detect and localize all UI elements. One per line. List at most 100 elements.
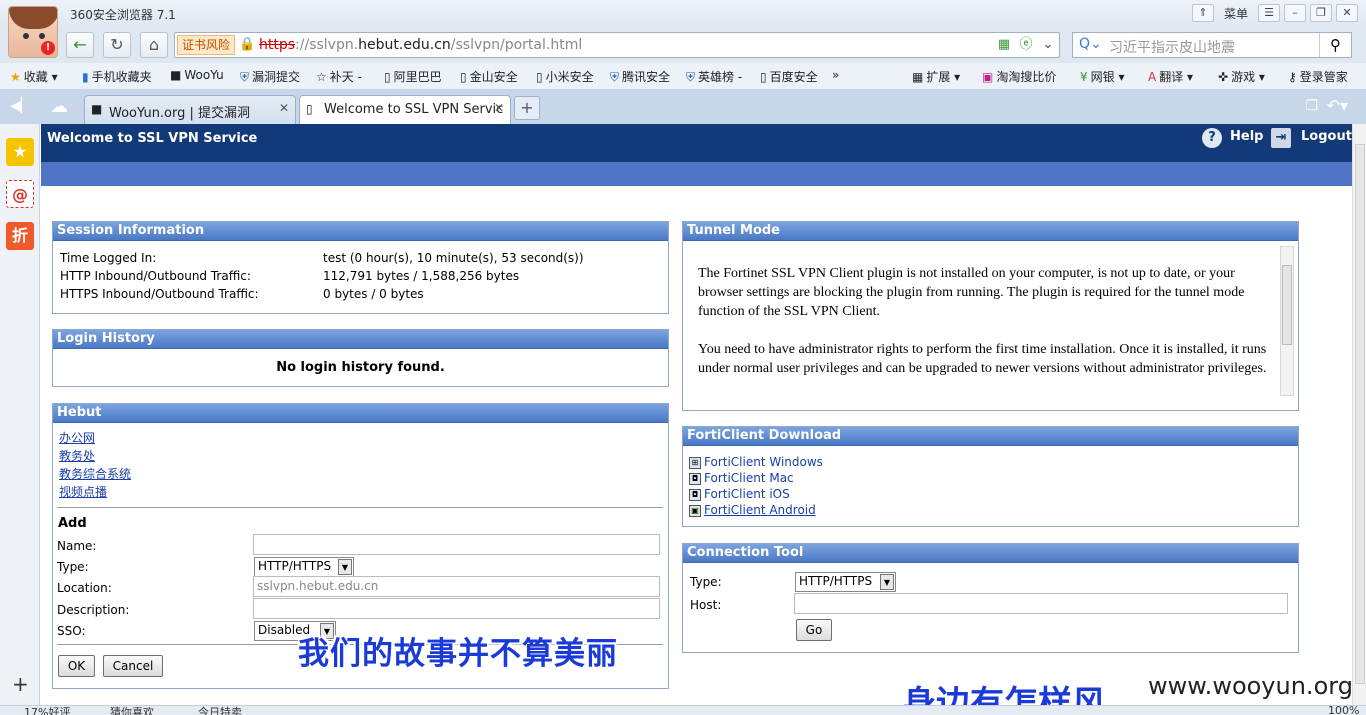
bookmark-link[interactable]: 视频点播 [59,483,107,500]
ie-mode-icon[interactable]: ⓔ [1017,35,1035,55]
bookmark-baidu[interactable]: ▯ 百度安全 [760,68,818,85]
forticlient-mac-link[interactable]: FortiClient Mac [704,471,794,485]
status-item[interactable]: 17%好评 [24,706,70,715]
left-sidebar: ★ @ 折 + [0,124,40,715]
status-item[interactable]: 今日特卖 [198,706,242,715]
type-select[interactable]: HTTP/HTTPS ▼ [254,557,354,577]
user-avatar[interactable]: ! [8,6,58,58]
bookmark-xiaomi[interactable]: ▯ 小米安全 [536,68,594,85]
search-input[interactable]: 习近平指示皮山地震 [1109,37,1235,57]
forticlient-android-link[interactable]: FortiClient Android [704,503,816,517]
go-button[interactable]: Go [796,619,832,641]
new-tab-button[interactable]: + [514,96,540,120]
close-tab-icon[interactable]: ✕ [494,101,504,115]
bookmark-wooyun[interactable]: ■ WooYu [170,68,224,82]
restore-tabs-icon[interactable]: ❐ [1305,98,1318,114]
video-subtitle: 我们的故事并不算美丽 [298,636,618,672]
bookmark-link[interactable]: 教务综合系统 [59,465,131,482]
search-box[interactable]: Q⌄ 习近平指示皮山地震 ⚲ [1072,32,1352,58]
bookmark-label: 阿里巴巴 [393,70,442,84]
toolbar-login-manager[interactable]: ⚷ 登录管家 [1288,68,1348,85]
status-item[interactable]: 猜你喜欢 [110,706,154,715]
host-field[interactable] [794,593,1288,614]
favorites-star-icon[interactable]: ★ [6,138,34,166]
tunnel-scrollbar[interactable] [1280,246,1294,396]
add-sidebar-icon[interactable]: + [12,672,29,696]
cert-warning-badge[interactable]: 证书风险 [177,35,236,55]
toolbar-games[interactable]: ✜ 游戏 ▾ [1218,68,1265,85]
toolbar-extensions[interactable]: ▦ 扩展 ▾ [912,68,960,85]
toolbar-ebank[interactable]: ¥ 网银 ▾ [1080,68,1125,85]
close-tab-icon[interactable]: ✕ [279,101,289,115]
bookmark-alibaba[interactable]: ▯ 阿里巴巴 [384,68,442,85]
zoom-level[interactable]: 100% [1328,706,1359,715]
skin-icon[interactable]: ☰ [1258,4,1280,22]
name-field[interactable] [253,534,660,555]
bookmark-label: 手机收藏夹 [91,70,152,84]
tab-ssl-vpn[interactable]: ▯ Welcome to SSL VPN Servic ✕ [299,95,511,124]
yen-icon: ¥ [1080,70,1088,84]
pin-icon[interactable]: ⇑ [1191,4,1214,22]
bookmark-favorites[interactable]: ★ 收藏 ▾ [10,68,58,85]
scroll-thumb[interactable] [1355,144,1365,684]
gamepad-icon: ✜ [1218,70,1229,84]
browser-window: 360安全浏览器 7.1 ⇑ 菜单 ☰ – ❐ ✕ ! ← ↻ ⌂ 证书风险 🔒… [0,0,1366,715]
toolbar-taotao[interactable]: ▣ 淘淘搜比价 [982,68,1056,85]
bookmark-vuln-submit[interactable]: ⛨ 漏洞提交 [240,68,300,85]
restore-button[interactable]: ❐ [1310,4,1332,22]
bookmark-kingsoft[interactable]: ▯ 金山安全 [460,68,518,85]
search-engine-icon[interactable]: Q⌄ [1079,36,1102,52]
divider [57,507,663,508]
conn-type-select[interactable]: HTTP/HTTPS ▼ [795,572,896,592]
location-field[interactable]: sslvpn.hebut.edu.cn [253,576,660,597]
toolbar-translate[interactable]: A 翻译 ▾ [1148,68,1193,85]
more-bookmarks-icon[interactable]: » [832,68,839,82]
bookmarks-bar: ★ 收藏 ▾ ▮ 手机收藏夹 ■ WooYu ⛨ 漏洞提交 ☆ 补天 - ▯ 阿里巴巴 ▯ 金… [0,63,1366,90]
cloud-icon[interactable]: ☁ [50,96,68,117]
cancel-button[interactable]: Cancel [103,655,163,677]
page-scrollbar[interactable] [1352,124,1366,715]
connection-tool-title: Connection Tool [683,544,1298,563]
logout-link[interactable]: Logout [1301,129,1352,144]
bookmark-label: 收藏 [23,70,48,84]
logout-icon[interactable]: ⇥ [1271,128,1291,148]
location-label: Location: [57,581,112,595]
bookmark-heroes[interactable]: ⛨ 英雄榜 - [686,68,742,85]
email-icon[interactable]: @ [6,180,34,208]
discount-icon[interactable]: 折 [6,222,34,250]
broken-lock-icon[interactable]: 🔒 [239,37,255,52]
forticlient-windows-link[interactable]: FortiClient Windows [704,455,823,469]
forticlient-panel-title: FortiClient Download [683,427,1298,446]
help-icon[interactable]: ? [1202,128,1222,148]
help-link[interactable]: Help [1230,129,1263,144]
undo-close-icon[interactable]: ↶▾ [1327,96,1348,115]
session-label: HTTPS Inbound/Outbound Traffic: [60,287,259,301]
qrcode-icon[interactable]: ▦ [995,35,1013,55]
menu-button[interactable]: 菜单 [1224,5,1248,22]
bookmark-link[interactable]: 教务处 [59,447,95,464]
name-label: Name: [57,539,97,553]
scroll-thumb[interactable] [1282,265,1292,345]
grid-icon: ▦ [912,70,924,84]
bookmark-tencent[interactable]: ⛨ 腾讯安全 [610,68,670,85]
address-bar[interactable]: 证书风险 🔒 https://sslvpn.hebut.edu.cn/sslvp… [174,32,1060,58]
search-button-icon[interactable]: ⚲ [1319,33,1351,57]
bookmark-link[interactable]: 办公网 [59,429,95,446]
chevron-down-icon[interactable]: ⌄ [1039,35,1057,55]
forticlient-ios-link[interactable]: FortiClient iOS [704,487,790,501]
ios-icon: ◘ [689,489,701,501]
home-button[interactable]: ⌂ [140,32,168,58]
page-icon: ▯ [384,70,391,84]
back-button[interactable]: ← [66,32,94,58]
close-button[interactable]: ✕ [1336,4,1358,22]
description-field[interactable] [253,598,660,619]
description-label: Description: [57,603,130,617]
minimize-button[interactable]: – [1284,4,1306,22]
sidebar-toggle-icon[interactable]: ◀▏ [10,98,32,114]
ok-button[interactable]: OK [58,655,95,677]
bookmark-mobile[interactable]: ▮ 手机收藏夹 [82,68,152,85]
url-text[interactable]: https://sslvpn.hebut.edu.cn/sslvpn/porta… [259,37,582,53]
bookmark-butian[interactable]: ☆ 补天 - [316,68,362,85]
tab-wooyun[interactable]: ■ WooYun.org | 提交漏洞 ✕ [84,95,296,124]
refresh-button[interactable]: ↻ [103,32,131,58]
